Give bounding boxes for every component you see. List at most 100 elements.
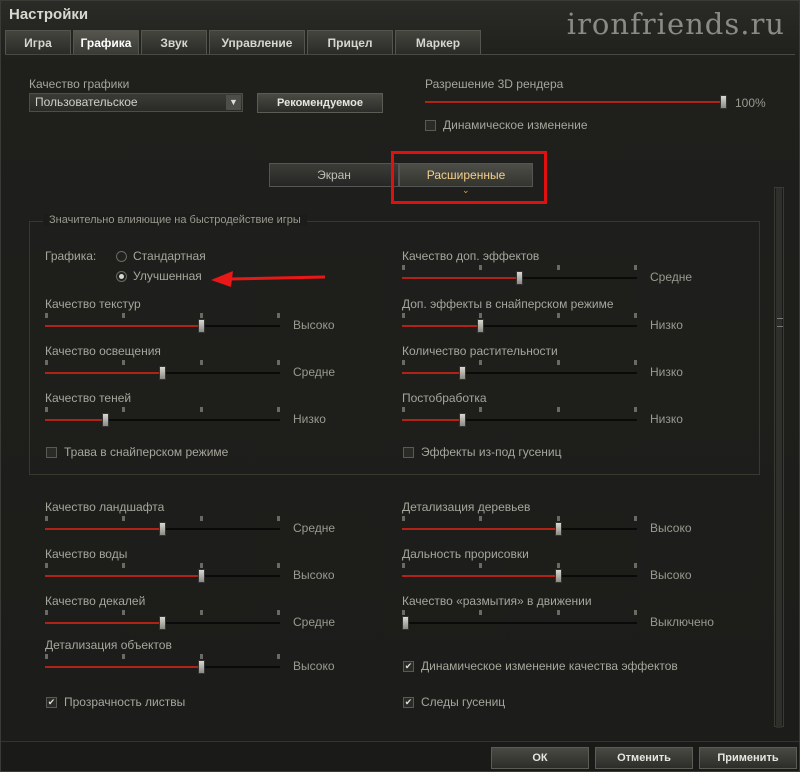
slider-tick (277, 516, 280, 521)
slider-tick (479, 516, 482, 521)
checkbox-dynamic-effects[interactable]: ✔ (403, 661, 414, 672)
slider-tick (200, 563, 203, 568)
quality-slider[interactable] (402, 265, 637, 285)
slider-thumb[interactable] (516, 271, 523, 285)
slider-tick (200, 654, 203, 659)
slider-tick (557, 516, 560, 521)
slider-thumb[interactable] (198, 660, 205, 674)
quality-slider[interactable] (402, 516, 637, 536)
slider-thumb[interactable] (159, 366, 166, 380)
quality-slider[interactable] (402, 563, 637, 583)
render-slider[interactable] (425, 89, 727, 109)
slider-value: Высоко (650, 521, 692, 535)
tab-crosshair[interactable]: Прицел (307, 30, 393, 54)
scrollbar-thumb[interactable] (776, 188, 783, 728)
quality-slider[interactable] (402, 313, 637, 333)
watermark: ironfriends.ru (566, 7, 785, 41)
checkbox-sniper-grass[interactable] (46, 447, 57, 458)
quality-slider[interactable] (402, 407, 637, 427)
slider-tick (479, 563, 482, 568)
recommended-button[interactable]: Рекомендуемое (257, 93, 383, 113)
checkbox-foliage-transparency[interactable]: ✔ (46, 697, 57, 708)
slider-value: Высоко (293, 318, 335, 332)
slider-tick (200, 407, 203, 412)
radio-standard[interactable] (116, 251, 127, 262)
slider-fill (402, 419, 459, 421)
radio-improved[interactable] (116, 271, 127, 282)
quality-slider[interactable] (45, 360, 280, 380)
tab-game[interactable]: Игра (5, 30, 71, 54)
settings-window: Настройки ironfriends.ru Игра Графика Зв… (0, 0, 800, 772)
quality-slider[interactable] (45, 407, 280, 427)
quality-slider[interactable] (45, 313, 280, 333)
slider-thumb[interactable] (198, 319, 205, 333)
slider-thumb[interactable] (555, 522, 562, 536)
slider-value: Средне (293, 365, 336, 379)
slider-tick (200, 516, 203, 521)
slider-label: Детализация объектов (45, 638, 172, 652)
tab-controls[interactable]: Управление (209, 30, 305, 54)
slider-tick (45, 360, 48, 365)
cancel-button[interactable]: Отменить (595, 747, 693, 769)
quality-slider[interactable] (45, 516, 280, 536)
checkbox-track-marks-label: Следы гусениц (421, 695, 506, 709)
quality-slider[interactable] (45, 563, 280, 583)
slider-tick (45, 313, 48, 318)
slider-thumb[interactable] (198, 569, 205, 583)
quality-label: Качество графики (29, 77, 130, 91)
slider-tick (634, 563, 637, 568)
slider-label: Качество освещения (45, 344, 161, 358)
checkbox-track-effects[interactable] (403, 447, 414, 458)
tab-graphics[interactable]: Графика (73, 30, 139, 54)
slider-tick (479, 407, 482, 412)
main-tabs: Игра Графика Звук Управление Прицел Марк… (5, 30, 483, 54)
slider-tick (122, 516, 125, 521)
tab-sound[interactable]: Звук (141, 30, 207, 54)
checkbox-track-marks[interactable]: ✔ (403, 697, 414, 708)
apply-button[interactable]: Применить (699, 747, 797, 769)
slider-tick (557, 407, 560, 412)
panel-title: Значительно влияющие на быстродействие и… (43, 214, 307, 226)
quality-slider[interactable] (45, 610, 280, 630)
slider-tick (277, 407, 280, 412)
slider-value: Низко (650, 412, 683, 426)
slider-tick (45, 610, 48, 615)
slider-thumb[interactable] (159, 522, 166, 536)
tab-marker[interactable]: Маркер (395, 30, 481, 54)
slider-tick (634, 407, 637, 412)
tabs-divider (5, 54, 795, 55)
quality-slider[interactable] (45, 654, 280, 674)
slider-value: Высоко (293, 659, 335, 673)
radio-standard-label: Стандартная (133, 249, 206, 263)
quality-select[interactable]: Пользовательское ▼ (29, 93, 243, 112)
quality-slider[interactable] (402, 360, 637, 380)
ok-button[interactable]: ОК (491, 747, 589, 769)
subtab-screen[interactable]: Экран (269, 163, 399, 187)
render-percent: 100% (735, 96, 766, 110)
slider-label: Дальность прорисовки (402, 547, 529, 561)
render-dynamic-checkbox[interactable] (425, 120, 436, 131)
slider-thumb[interactable] (102, 413, 109, 427)
checkbox-foliage-transparency-label: Прозрачность листвы (64, 695, 186, 709)
quality-slider[interactable] (402, 610, 637, 630)
scrollbar[interactable] (774, 187, 784, 728)
highlight-box (391, 151, 547, 204)
slider-thumb[interactable] (720, 95, 727, 109)
slider-tick (277, 610, 280, 615)
slider-tick (122, 654, 125, 659)
slider-label: Качество ландшафта (45, 500, 165, 514)
slider-thumb[interactable] (459, 366, 466, 380)
slider-tick (200, 610, 203, 615)
slider-thumb[interactable] (459, 413, 466, 427)
slider-tick (557, 265, 560, 270)
arrow-annotation (211, 271, 326, 287)
slider-tick (402, 563, 405, 568)
slider-thumb[interactable] (159, 616, 166, 630)
slider-thumb[interactable] (477, 319, 484, 333)
slider-thumb[interactable] (555, 569, 562, 583)
slider-label: Качество теней (45, 391, 132, 405)
slider-fill (45, 622, 160, 624)
slider-tick (277, 360, 280, 365)
slider-tick (634, 516, 637, 521)
slider-thumb[interactable] (402, 616, 409, 630)
